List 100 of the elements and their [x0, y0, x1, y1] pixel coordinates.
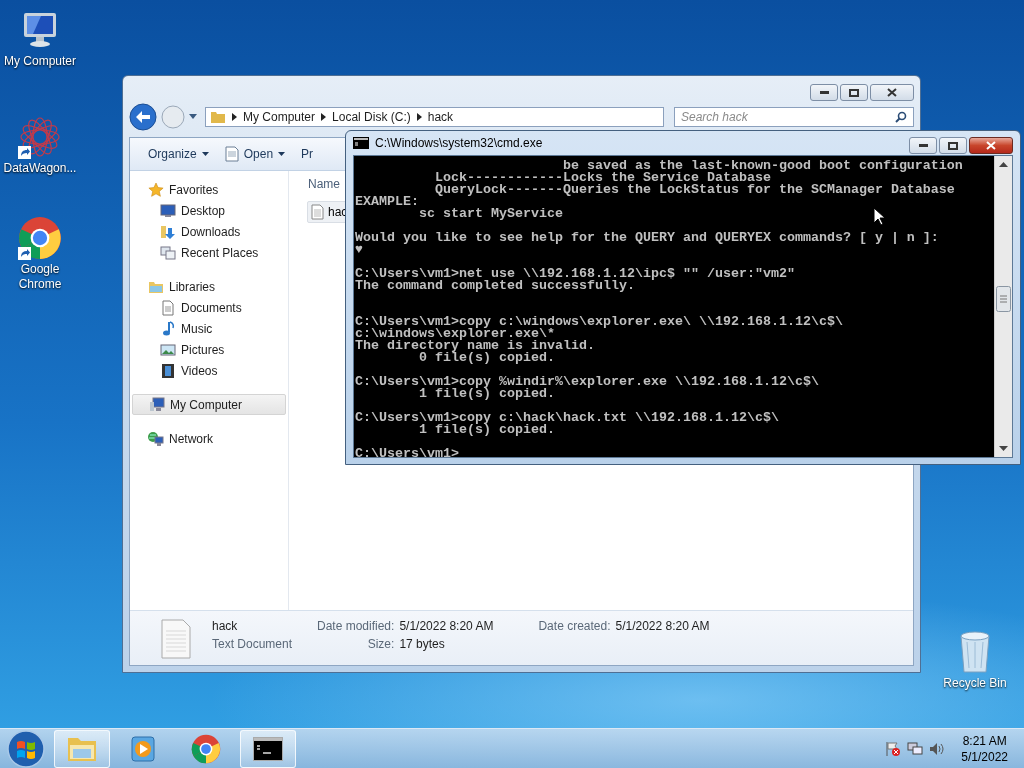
history-caret-icon[interactable] [189, 114, 197, 120]
file-type: Text Document [212, 637, 294, 651]
desktop-icon-label[interactable]: My Computer [2, 54, 78, 69]
star-icon [148, 181, 164, 198]
breadcrumb-item[interactable]: My Computer [243, 110, 316, 124]
console-line: sc start MyService [418, 208, 563, 220]
address-bar[interactable]: My Computer Local Disk (C:) hack [205, 107, 664, 127]
close-button[interactable] [870, 84, 914, 101]
scroll-down-icon[interactable] [999, 446, 1008, 451]
property-value: 17 bytes [399, 637, 446, 651]
desktop-icon-label[interactable]: DataWagon... [2, 161, 78, 176]
console-line: 1 file(s) copied. [419, 424, 555, 436]
media-player-icon [131, 734, 157, 763]
nav-item[interactable]: Desktop [130, 200, 288, 221]
computer-icon [149, 396, 165, 413]
property-value: 5/1/2022 8:20 AM [615, 619, 711, 633]
nav-item[interactable]: Pictures [130, 339, 288, 360]
search-field[interactable]: Search hack [674, 107, 914, 127]
clock-date[interactable]: 5/1/2022 [961, 748, 1008, 765]
flag-icon[interactable] [885, 740, 902, 757]
music-note-icon [160, 320, 176, 337]
minimize-button[interactable] [909, 137, 937, 154]
console-line: C:\Users\vm1>copy %windir%\explorer.exe \\192.168.1.12\c$\ [355, 376, 819, 388]
document-icon [160, 299, 176, 316]
picture-icon [160, 341, 176, 358]
property-label: Size: [366, 637, 395, 651]
scrollbar[interactable] [994, 156, 1012, 457]
caret-icon [278, 152, 286, 156]
folder-icon [210, 109, 226, 125]
console-line: be saved as the last-known-good boot configuration [562, 160, 963, 172]
scroll-thumb[interactable] [996, 286, 1011, 312]
close-icon [887, 88, 897, 97]
chrome-icon [18, 216, 62, 260]
close-button[interactable] [969, 137, 1013, 154]
desktop-icon-label[interactable]: Google Chrome [2, 262, 78, 292]
chevron-icon [232, 113, 237, 121]
property-label: Date created: [538, 619, 611, 633]
nav-item[interactable]: Libraries [130, 276, 288, 297]
search-icon [895, 111, 907, 123]
console-line: 1 file(s) copied. [419, 388, 555, 400]
maximize-icon [849, 88, 859, 97]
toolbar-button[interactable]: Pr [295, 144, 320, 164]
start-button[interactable] [6, 728, 46, 768]
nav-item[interactable]: Recent Places [130, 242, 288, 263]
terminal-icon [353, 137, 369, 149]
monitor-icon [160, 202, 176, 219]
clock-time[interactable]: 8:21 AM [962, 732, 1007, 749]
chrome-icon [191, 733, 221, 764]
window-stack-icon [160, 244, 176, 261]
column-header[interactable]: Name [307, 177, 340, 191]
nav-item[interactable]: Videos [130, 360, 288, 381]
property-label: Date modified: [317, 619, 395, 633]
network-graph-icon [19, 116, 61, 158]
text-file-icon [311, 204, 324, 220]
breadcrumb-item[interactable]: hack [427, 110, 454, 124]
maximize-button[interactable] [840, 84, 868, 101]
console-line: QueryLock-------Queries the LockStatus for the SCManager Database [433, 184, 955, 196]
window-title: C:\Windows\system32\cmd.exe [375, 136, 544, 150]
console-line: The command completed successfully. [355, 280, 635, 292]
console-line: ♥ [355, 244, 363, 256]
close-icon [986, 141, 996, 150]
toolbar-button[interactable]: Organize [142, 144, 215, 164]
maximize-icon [948, 141, 958, 150]
console-line: C:\Users\vm1>copy c:\hack\hack.txt \\192.168.1.12\c$\ [355, 412, 779, 424]
network-icon[interactable] [907, 740, 924, 757]
recycle-bin-icon [958, 630, 992, 674]
film-icon [160, 362, 176, 379]
property-value: 5/1/2022 8:20 AM [399, 619, 495, 633]
text-file-icon [160, 619, 192, 659]
taskbar-button[interactable] [240, 729, 296, 768]
chevron-icon [321, 113, 327, 121]
console-line: c:\windows\explorer.exe\* [355, 328, 555, 340]
network-icon [148, 430, 164, 447]
console-line: EXAMPLE: [355, 196, 419, 208]
minimize-button[interactable] [810, 84, 838, 101]
console-line: C:\Users\vm1> [355, 448, 459, 457]
console-line: 0 file(s) copied. [419, 352, 555, 364]
console-line: Lock------------Locks the Service Database [433, 172, 771, 184]
back-button[interactable] [129, 103, 157, 131]
nav-item[interactable]: Music [130, 318, 288, 339]
maximize-button[interactable] [939, 137, 967, 154]
minimize-icon [918, 144, 928, 147]
document-icon [224, 146, 239, 162]
nav-item[interactable]: Downloads [130, 221, 288, 242]
terminal-icon [253, 736, 283, 761]
toolbar-button[interactable]: Open [218, 143, 292, 165]
scroll-up-icon[interactable] [999, 162, 1008, 167]
console-line: Would you like to see help for the QUERY and QUERYEX commands? [ y | n ]: [355, 232, 939, 244]
nav-item[interactable]: Network [130, 428, 288, 449]
nav-item[interactable]: My Computer [132, 394, 286, 415]
nav-item[interactable]: Documents [130, 297, 288, 318]
nav-item[interactable]: Favorites [130, 179, 288, 200]
minimize-icon [819, 91, 829, 94]
chevron-icon [416, 113, 422, 121]
breadcrumb-item[interactable]: Local Disk (C:) [332, 110, 411, 124]
file-name: hack [212, 619, 239, 633]
mouse-pointer-icon [873, 207, 885, 226]
console-line: C:\Users\vm1>net use \\192.168.1.12\ipc$ "" /user:"vm2" [355, 268, 795, 280]
console-line: The directory name is invalid. [355, 340, 595, 352]
caret-icon [201, 152, 209, 156]
